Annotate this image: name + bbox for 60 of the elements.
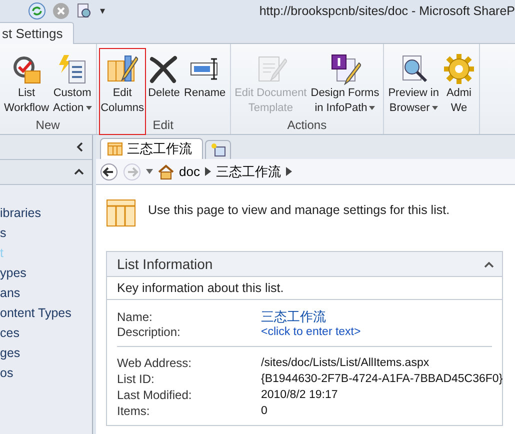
ribbon-button[interactable]: Custom Action xyxy=(51,48,94,118)
stop-icon xyxy=(52,2,70,20)
ribbon-button[interactable]: Edit Columns xyxy=(98,48,146,135)
field-label: List ID: xyxy=(117,372,156,386)
ribbon-button[interactable]: Preview in Browser xyxy=(386,48,441,118)
sidebar-item[interactable]: ypes xyxy=(0,263,92,283)
sidebar-item[interactable]: ces xyxy=(0,323,92,343)
refresh-icon xyxy=(28,2,46,20)
field-label: Web Address: xyxy=(117,356,192,370)
collapse-left-icon xyxy=(76,142,84,152)
field-value: 2010/8/2 19:17 xyxy=(261,389,339,401)
ribbon-button[interactable]: Admi We xyxy=(440,48,477,118)
ribbon-button[interactable]: List Workflow xyxy=(2,48,52,118)
form-pencil-icon xyxy=(328,53,361,85)
separator-arrow-icon xyxy=(286,167,292,176)
group-label: Actions xyxy=(286,118,328,134)
window-title: http://brookspcnb/sites/doc - Microsoft ShareP xyxy=(259,4,515,18)
group-label: New xyxy=(34,118,61,134)
sidebar-item[interactable]: ontent Types xyxy=(0,303,92,323)
gear-icon xyxy=(442,53,475,85)
back-icon xyxy=(100,162,118,180)
sidebar-item[interactable]: ges xyxy=(0,343,92,363)
home-icon xyxy=(158,164,174,180)
document-tab[interactable]: 三态工作流 xyxy=(100,138,203,159)
ribbon-button[interactable]: Design Forms in InfoPath xyxy=(308,48,382,118)
sidebar-item[interactable]: ans xyxy=(0,283,92,303)
description-link[interactable]: <click to enter text> xyxy=(261,326,492,338)
ribbon-button[interactable]: Delete xyxy=(146,48,182,118)
new-page-icon xyxy=(210,143,226,157)
breadcrumb-link[interactable]: 三态工作流 xyxy=(216,162,281,180)
lightning-list-icon xyxy=(56,53,88,85)
table-icon xyxy=(106,199,136,227)
sidebar-item[interactable]: s xyxy=(0,223,92,243)
field-value: {B1944630-2F7B-4724-A1FA-7BBAD45C36F0} xyxy=(261,373,503,385)
caret-icon xyxy=(86,106,92,110)
ribbon-button[interactable]: Rename xyxy=(182,48,228,118)
field-value: /sites/doc/Lists/List/AllItems.aspx xyxy=(261,357,430,369)
panel-subtitle: Key information about this list. xyxy=(107,277,502,300)
caret-icon xyxy=(369,106,376,110)
field-label: Description: xyxy=(117,325,182,339)
panel-title: List Information xyxy=(117,256,213,272)
group-label: Edit xyxy=(152,118,174,134)
breadcrumb-link[interactable]: doc xyxy=(179,164,200,179)
dropdown-glyph[interactable]: ▾ xyxy=(100,5,105,17)
sidebar-item[interactable]: os xyxy=(0,363,92,383)
collapse-up-icon xyxy=(484,260,494,268)
forward-icon xyxy=(123,162,141,180)
ribbon-tab[interactable]: st Settings xyxy=(0,22,74,44)
separator-arrow-icon xyxy=(204,167,211,176)
caret-icon xyxy=(432,106,438,110)
intro-text: Use this page to view and manage settings for this list. xyxy=(148,202,450,219)
sidebar-item[interactable]: ibraries xyxy=(0,203,92,223)
field-label: Last Modified: xyxy=(117,388,193,402)
table-icon xyxy=(107,142,123,156)
field-label: Name: xyxy=(117,310,154,324)
field-value: 0 xyxy=(261,405,268,417)
field-value[interactable]: 三态工作流 xyxy=(261,308,492,326)
field-label: Items: xyxy=(117,404,151,418)
collapse-up-icon xyxy=(74,168,84,176)
caret-icon xyxy=(146,169,153,174)
